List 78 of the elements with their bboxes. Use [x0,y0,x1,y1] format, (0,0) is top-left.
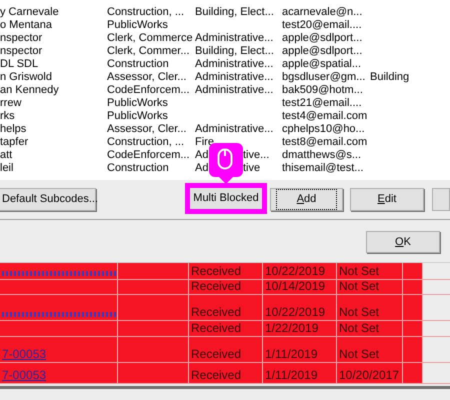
user-name: helps [0,123,26,136]
user-name: att [0,149,12,162]
user-name: rks [0,110,15,123]
email-cell: dmatthews@s... [282,149,362,162]
obscured-link[interactable] [2,312,116,317]
date-cell: 10/22/2019 [265,306,326,319]
roles-cell: Construction, ... [107,136,184,149]
status-cell: Received [191,280,242,293]
user-name: DL SDL [0,58,38,71]
default-subcodes-button[interactable]: Default Subcodes... [0,188,96,211]
status-cell: Received [191,306,242,319]
user-name: y Carnevale [0,6,59,19]
roles-cell: Assessor, Cler... [107,71,186,84]
departments-cell: Fire [195,136,214,149]
departments-cell: Ad [195,149,209,162]
user-name: nspector [0,45,42,58]
date-cell: 10/14/2019 [265,280,326,293]
date-cell: 1/22/2019 [265,322,318,335]
departments-cell: tive [243,162,260,175]
date-cell: 1/11/2019 [265,348,318,361]
cell-text: 10/20/2017 [339,369,400,382]
email-cell: apple@sdlport... [282,32,362,45]
email-cell: test4@email.com [282,110,368,123]
email-cell: acarnevale@n... [282,6,362,19]
cell-text: Not Set [339,322,380,335]
roles-cell: PublicWorks [107,97,168,110]
roles-cell: Assessor, Cler... [107,123,186,136]
cell-text: Not Set [339,348,380,361]
status-cell: Received [191,322,242,335]
status-cell: Received [191,265,242,278]
user-name: an Kennedy [0,84,59,97]
user-name: rrew [0,97,22,110]
departments-cell: Administrative... [195,32,274,45]
roles-cell: Construction [107,162,169,175]
roles-cell: Clerk, Commer... [107,45,190,58]
email-cell: cphelps10@ho... [282,123,365,136]
status-cell: Received [191,369,242,382]
departments-cell: tive... [243,149,270,162]
email-cell: test21@email.... [282,97,362,110]
roles-cell: PublicWorks [107,19,168,32]
user-name: leil [0,162,14,175]
table-cell: Building [370,71,410,84]
cell-text: Not Set [339,265,380,278]
roles-cell: PublicWorks [107,110,168,123]
roles-cell: CodeEnforcem... [107,84,190,97]
add-button[interactable]: Add [270,188,343,211]
user-name: o Mentana [0,19,52,32]
date-cell: 10/22/2019 [265,265,326,278]
email-cell: thisemail@test... [282,162,364,175]
cell-text: Not Set [339,280,380,293]
roles-cell: CodeEnforcem... [107,149,190,162]
departments-cell: Administrative... [195,123,274,136]
departments-cell: Ad [195,162,209,175]
roles-cell: Construction, ... [107,6,184,19]
roles-cell: Construction [107,58,169,71]
roles-cell: Clerk, Commerce [107,32,193,45]
email-cell: test8@email.com [282,136,368,149]
ok-button[interactable]: OK [366,231,440,253]
email-cell: apple@spatial... [282,58,362,71]
user-name: nspector [0,32,42,45]
cell-text: Not Set [339,306,380,319]
obscured-link[interactable] [2,271,116,276]
user-name: n Griswold [0,71,52,84]
status-cell: Received [191,348,242,361]
departments-cell: Administrative... [195,58,274,71]
departments-cell: Building, Elect... [195,6,274,19]
email-cell: bgsdluser@gm... [282,71,366,84]
user-name: tapfer [0,136,28,149]
email-cell: bak509@hotm... [282,84,363,97]
email-cell: test20@email.... [282,19,362,32]
departments-cell: Administrative... [195,71,274,84]
date-cell: 1/11/2019 [265,369,318,382]
button[interactable] [432,188,450,211]
departments-cell: Building, Elect... [195,45,274,58]
multi-blocked-button[interactable]: Multi Blocked [186,184,266,213]
departments-cell: Administrative... [195,84,274,97]
edit-button[interactable]: Edit [350,188,424,211]
email-cell: apple@sdlport... [282,45,362,58]
